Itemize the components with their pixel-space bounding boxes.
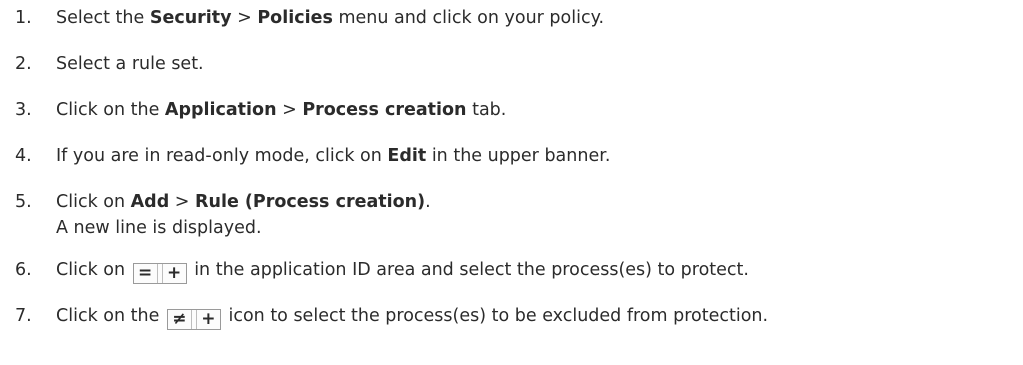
step-number: 7. [15,306,32,326]
step-text: Select the Security > Policies menu and … [56,8,605,28]
step-text: Click on the Application > Process creat… [56,100,507,120]
step-text: Click on = + in the application ID area a… [56,260,749,284]
menu-policies: Policies [257,8,333,28]
step-number: 2. [15,54,32,74]
step-number: 1. [15,8,32,28]
not-equals-add-icon: ≠ + [166,309,221,330]
step-number: 4. [15,146,32,166]
menu-rule-process-creation: Rule (Process creation) [195,192,426,212]
step-number: 5. [15,192,32,212]
step-text: Click on the ≠ + icon to select the proce… [56,306,769,330]
tab-application: Application [164,100,277,120]
step-number: 3. [15,100,32,120]
edit-label: Edit [387,146,427,166]
tab-process-creation: Process creation [302,100,467,120]
menu-add: Add [130,192,170,212]
step-text: If you are in read-only mode, click on E… [56,146,611,166]
step-number: 6. [15,260,32,280]
equals-add-icon: = + [132,263,187,284]
step-text: Click on Add > Rule (Process creation). A… [56,192,431,238]
step-subtext: A new line is displayed. [56,218,262,238]
step-text: Select a rule set. [56,54,204,74]
menu-security: Security [149,8,232,28]
